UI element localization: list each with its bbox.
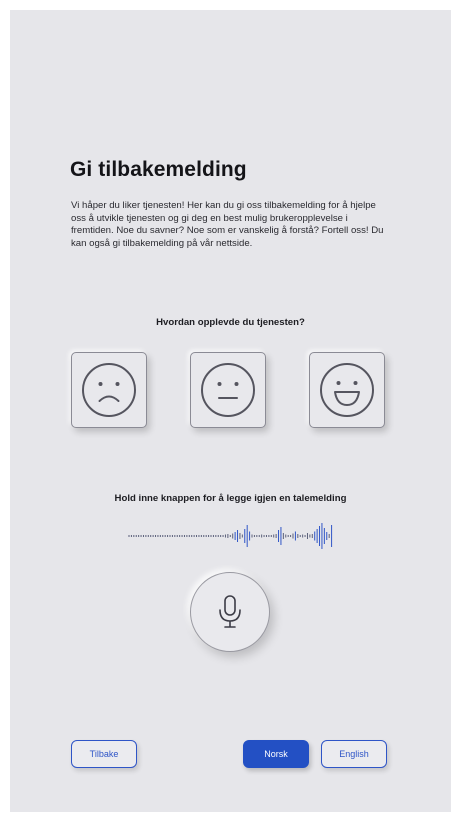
back-button[interactable]: Tilbake — [71, 740, 137, 768]
rating-sad-button[interactable] — [71, 352, 147, 428]
rating-question: Hvordan opplevde du tjenesten? — [156, 317, 305, 328]
english-language-button[interactable]: English — [321, 740, 387, 768]
voice-instruction: Hold inne knappen for å legge igjen en t… — [114, 493, 347, 504]
page-title: Gi tilbakemelding — [70, 158, 247, 181]
rating-happy-button[interactable] — [309, 352, 385, 428]
neutral-face-icon — [201, 363, 255, 417]
norsk-language-button[interactable]: Norsk — [243, 740, 309, 768]
happy-face-icon — [320, 363, 374, 417]
intro-text: Vi håper du liker tjenesten! Her kan du … — [71, 200, 384, 249]
sad-face-icon — [82, 363, 136, 417]
microphone-icon — [219, 595, 241, 628]
waveform-visualization — [128, 523, 333, 549]
record-voice-button[interactable] — [190, 572, 270, 652]
rating-neutral-button[interactable] — [190, 352, 266, 428]
